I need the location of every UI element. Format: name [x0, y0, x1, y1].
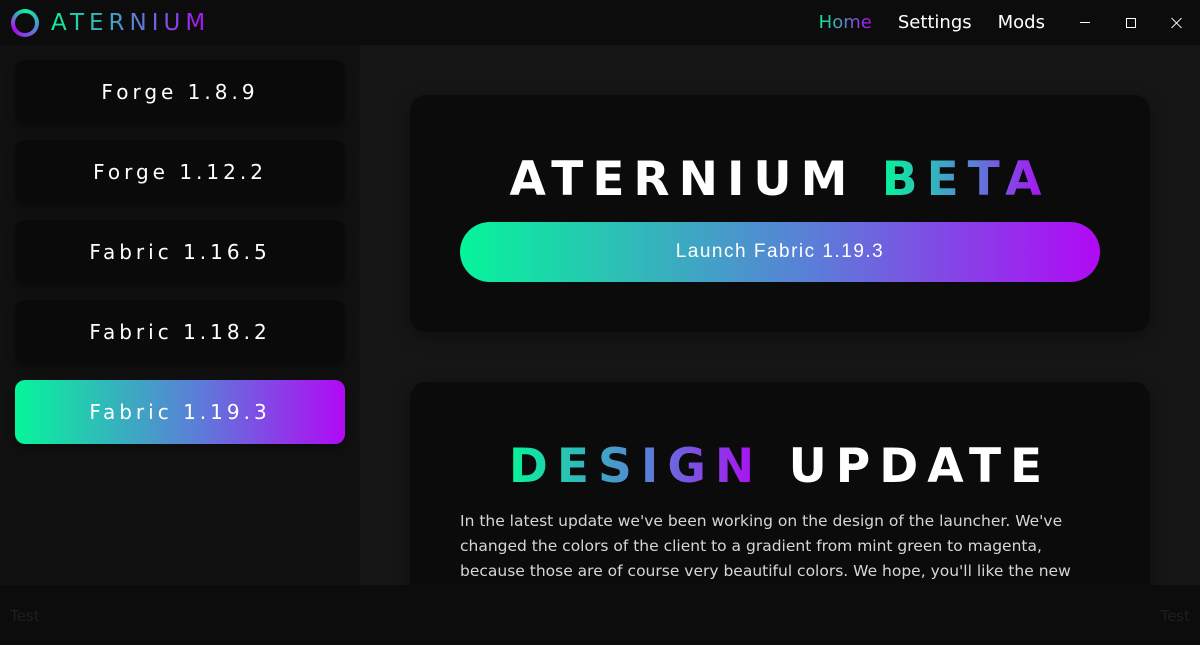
version-fabric-1-16-5-button[interactable]: Fabric 1.16.5: [15, 220, 345, 284]
version-forge-1-12-2-button[interactable]: Forge 1.12.2: [15, 140, 345, 204]
nav-settings[interactable]: Settings: [898, 12, 972, 33]
top-nav: Home Settings Mods: [819, 0, 1045, 45]
footer-left-text: Test: [10, 607, 40, 625]
title-aternium: ATERNIUM: [509, 152, 857, 207]
launch-button[interactable]: Launch Fabric 1.19.3: [460, 222, 1100, 282]
close-button[interactable]: [1154, 0, 1200, 45]
footer-bar: Test Test: [0, 585, 1200, 645]
ring-logo-icon: [11, 8, 39, 37]
version-fabric-1-19-3-button[interactable]: Fabric 1.19.3: [15, 380, 345, 444]
nav-home[interactable]: Home: [819, 12, 872, 33]
app-name: ATERNIUM: [51, 9, 211, 36]
nav-mods[interactable]: Mods: [998, 12, 1045, 33]
launch-card-title: ATERNIUM BETA: [410, 152, 1150, 207]
title-beta: BETA: [881, 152, 1051, 207]
news-card-title: DESIGN UPDATE: [410, 439, 1150, 494]
maximize-icon: [1126, 17, 1136, 28]
title-bar: ATERNIUM Home Settings Mods: [0, 0, 1200, 45]
version-fabric-1-18-2-button[interactable]: Fabric 1.18.2: [15, 300, 345, 364]
maximize-button[interactable]: [1108, 0, 1154, 45]
minimize-icon: [1080, 22, 1090, 23]
minimize-button[interactable]: [1062, 0, 1108, 45]
close-icon: [1171, 17, 1183, 29]
app-logo: ATERNIUM: [11, 8, 211, 37]
window-controls: [1062, 0, 1200, 45]
version-forge-1-8-9-button[interactable]: Forge 1.8.9: [15, 60, 345, 124]
footer-right-text: Test: [1160, 607, 1190, 625]
version-sidebar: Forge 1.8.9 Forge 1.12.2 Fabric 1.16.5 F…: [0, 45, 360, 585]
title-update: UPDATE: [788, 439, 1052, 494]
news-body-text: In the latest update we've been working …: [460, 512, 1071, 580]
title-design: DESIGN: [508, 439, 764, 494]
news-card: DESIGN UPDATE In the latest update we've…: [410, 382, 1150, 612]
launch-card: ATERNIUM BETA Launch Fabric 1.19.3: [410, 95, 1150, 332]
